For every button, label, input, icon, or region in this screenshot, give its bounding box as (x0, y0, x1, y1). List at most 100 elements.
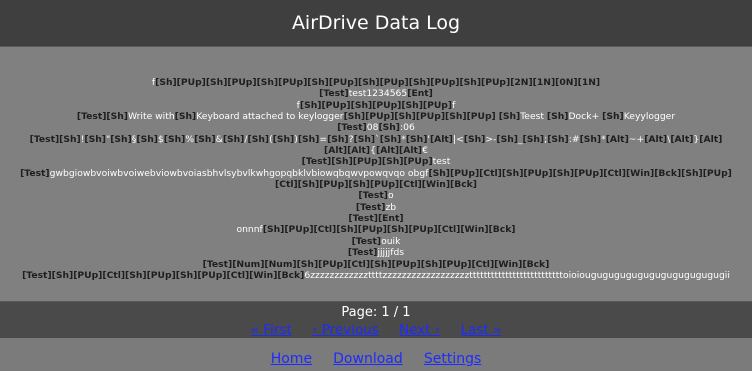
log-line: [Alt][Alt]{[Alt][Alt]€ (4, 145, 748, 156)
log-text: Keyylogger (623, 111, 676, 123)
log-text: Teest (520, 111, 547, 123)
log-line: f[Sh][PUp][Sh][PUp][Sh][PUp]f (4, 100, 748, 111)
log-text: jjjjjfds (377, 247, 405, 259)
log-text: & (215, 133, 223, 145)
next-page-link[interactable]: Next › (399, 322, 440, 338)
log-key-token: [Sh] (297, 133, 320, 145)
log-key-token: [Ent] (407, 88, 433, 100)
log-text: Keyboard attached to keylogger (196, 111, 344, 123)
log-key-token: [Ctl][Sh][PUp][Sh][PUp][Ctl][Win][Bck] (275, 179, 477, 191)
log-line: f[Sh][PUp][Sh][PUp][Sh][PUp][Sh][PUp][Sh… (4, 77, 748, 88)
log-key-token: [Alt][Alt] (324, 145, 371, 157)
log-key-token: [Test][Sh][PUp][Ctl][Sh][PUp][Sh][PUp][C… (22, 269, 305, 281)
log-key-token: [Test][Num][Num][Sh][PUp][Ctl][Sh][PUp][… (202, 258, 550, 270)
log-line: onnnf[Sh][PUp][Ctl][Sh][PUp][Sh][PUp][Ct… (4, 224, 748, 235)
log-text: Dock+ (568, 111, 603, 123)
log-key-token: [Sh] (498, 111, 521, 123)
last-page-link[interactable]: Last » (461, 322, 502, 338)
log-key-token: [Alt] (605, 133, 629, 145)
settings-link[interactable]: Settings (424, 351, 481, 367)
log-key-token: [Sh] (579, 133, 602, 145)
log-text: |< (453, 133, 464, 145)
log-text: :06 (400, 122, 415, 134)
log-text: gwbgiowbvoiwbvoiwebviowbvoiasbhvlsybvlkw… (49, 167, 429, 179)
log-key-token: [Sh][PUp][Sh][PUp][Sh][PUp] (299, 99, 453, 111)
log-key-token: [Test][Sh] (29, 133, 81, 145)
download-link[interactable]: Download (333, 351, 403, 367)
page-indicator: Page: 1 / 1 (341, 305, 411, 320)
log-key-token: [Sh] (546, 111, 569, 123)
pagination: Page: 1 / 1 « First ‹ Previous Next › La… (0, 302, 752, 338)
page-header: AirDrive Data Log (0, 0, 752, 46)
footer-nav: Home Download Settings (0, 338, 752, 371)
log-text: % (185, 133, 195, 145)
log-key-token: [Test] (20, 167, 50, 179)
log-line: [Ctl][Sh][PUp][Sh][PUp][Ctl][Win][Bck] (4, 179, 748, 190)
log-key-token: [Test] (337, 122, 367, 134)
log-key-token: [Sh] (136, 133, 158, 145)
log-text: onnnf (236, 224, 263, 236)
log-text: o (387, 190, 394, 202)
log-key-token: [Sh] (84, 133, 106, 145)
log-key-token: [Sh] (194, 133, 216, 145)
log-text: test1234565 (348, 88, 408, 100)
log-line: [Test][Sh][PUp][Sh][PUp]test (4, 156, 748, 167)
log-line: [Test][Num][Num][Sh][PUp][Ctl][Sh][PUp][… (4, 259, 748, 270)
log-line: [Test]o (4, 190, 748, 201)
log-line: [Test]zb (4, 202, 748, 213)
log-line: [Test][Sh]Write with[Sh]Keyboard attache… (4, 111, 748, 122)
log-line: [Test][Ent] (4, 213, 748, 224)
log-text: test (432, 156, 451, 168)
log-key-token: [Test][Sh][PUp][Sh][PUp] (301, 156, 433, 168)
log-text: = (319, 133, 328, 145)
log-key-token: [Sh][PUp][Sh][PUp][Sh][PUp][Sh][PUp][Sh]… (155, 77, 601, 88)
log-key-token: [Sh] (110, 133, 132, 145)
log-text: ~+ (628, 133, 645, 145)
log-text: :# (568, 133, 580, 145)
log-key-token: [Sh] (272, 133, 295, 145)
log-key-token: [Sh] (353, 133, 376, 145)
home-link[interactable]: Home (271, 351, 312, 367)
log-line: [Test][Sh][PUp][Ctl][Sh][PUp][Sh][PUp][C… (4, 270, 748, 281)
log-key-token: [Sh] (163, 133, 186, 145)
log-key-token: [Alt][Alt] (376, 145, 423, 157)
log-key-token: [Sh] (327, 133, 349, 145)
log-key-token: [Sh] (522, 133, 545, 145)
log-text: Write with (127, 111, 175, 123)
log-content: f[Sh][PUp][Sh][PUp][Sh][PUp][Sh][PUp][Sh… (4, 77, 748, 281)
log-key-token: [Test] (351, 235, 382, 247)
log-text: 6zzzzzzzzzzzzttttzzzzzzzzzzzzzzzzzzttttt… (304, 269, 730, 281)
log-line: [Test][Sh]![Sh]"[Sh]§[Sh]$[Sh]%[Sh]&[Sh]… (4, 134, 748, 145)
log-key-token: [Sh] (379, 133, 402, 145)
log-key-token: [Alt] (699, 133, 723, 145)
log-key-token: [Test] (355, 201, 386, 213)
log-text: ouik (381, 235, 401, 247)
log-line: [Test]test1234565[Ent] (4, 88, 748, 99)
log-key-token: [Test] (358, 190, 388, 202)
log-line: [Test]ouik (4, 236, 748, 247)
log-line: [Test]08[Sh]:06 (4, 122, 748, 133)
log-key-token: [Sh][PUp][Ctl][Sh][PUp][Sh][PUp][Ctl][Wi… (428, 167, 732, 179)
log-key-token: [Test][Ent] (348, 213, 404, 225)
log-text: € (422, 145, 428, 157)
log-key-token: [Sh] (602, 111, 624, 123)
log-key-token: [Test][Sh] (76, 111, 128, 123)
log-key-token: [Alt] (644, 133, 668, 145)
first-page-link[interactable]: « First (251, 322, 292, 338)
log-key-token: [Sh] (547, 133, 569, 145)
page-title: AirDrive Data Log (291, 12, 461, 34)
log-key-token: [Alt] (670, 133, 694, 145)
log-key-token: [Sh] (496, 133, 518, 145)
log-key-token: [Sh] (378, 122, 400, 134)
log-text: 08 (366, 122, 379, 134)
log-key-token: [Sh] (174, 111, 197, 123)
log-key-token: [Sh][PUp][Ctl][Sh][PUp][Sh][PUp][Ctl][Wi… (262, 224, 516, 236)
log-key-token: [Sh] (463, 133, 486, 145)
log-key-token: [Sh] (405, 133, 428, 145)
log-text: >- (485, 133, 497, 145)
previous-page-link[interactable]: ‹ Previous (312, 322, 379, 338)
log-text: f (452, 99, 456, 111)
log-key-token: [Test] (319, 88, 349, 100)
log-line: [Test]jjjjjfds (4, 247, 748, 258)
log-key-token: [Alt] (429, 133, 453, 145)
